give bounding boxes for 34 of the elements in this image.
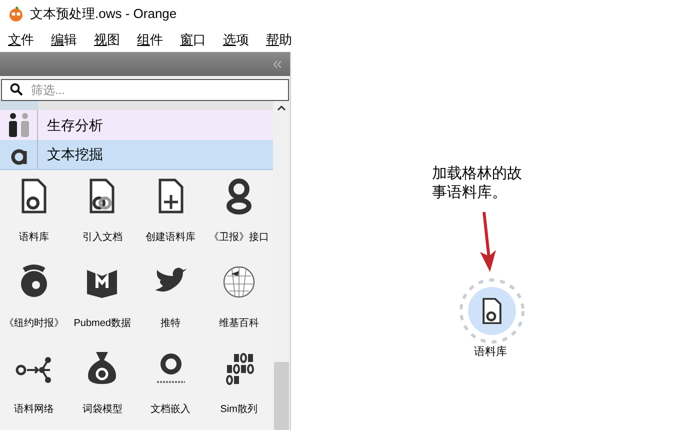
category-header[interactable]: 文本挖掘 bbox=[0, 140, 273, 170]
widget-label[interactable]: 词袋模型 bbox=[82, 402, 122, 417]
widget-label[interactable]: 《卫报》接口 bbox=[208, 230, 269, 245]
menu-item[interactable]: 窗口 bbox=[180, 30, 206, 50]
widget-label[interactable]: 语料网络 bbox=[14, 402, 54, 417]
node-label: 语料库 bbox=[474, 344, 507, 360]
category-header[interactable] bbox=[0, 100, 273, 110]
widget-label[interactable]: Sim散列 bbox=[220, 402, 258, 417]
widget-label[interactable]: 创建语料库 bbox=[146, 230, 196, 245]
people-icon bbox=[6, 112, 30, 138]
corpus-node[interactable] bbox=[468, 287, 516, 335]
widget-label[interactable]: 文档嵌入 bbox=[150, 402, 191, 417]
window-title: 文本预处理.ows - Orange bbox=[30, 5, 177, 24]
annotation-text: 加载格林的故事语料库。 bbox=[432, 164, 523, 202]
document-icon bbox=[481, 298, 503, 324]
menu-item[interactable]: 帮助 bbox=[266, 30, 292, 50]
menu-item[interactable]: 编辑 bbox=[51, 30, 77, 50]
app-logo-icon bbox=[8, 6, 24, 22]
node-ring bbox=[459, 278, 525, 344]
widget-label[interactable]: 《纽约时报》 bbox=[4, 316, 64, 331]
menu-item[interactable]: 组件 bbox=[137, 30, 163, 50]
search-icon bbox=[10, 83, 23, 96]
scrollbar-thumb[interactable] bbox=[274, 362, 289, 430]
menu-item[interactable]: 文件 bbox=[8, 30, 34, 50]
widget-label[interactable]: 语料库 bbox=[19, 230, 50, 245]
widget-label[interactable]: 维基百科 bbox=[218, 316, 259, 331]
widget-label[interactable]: 推特 bbox=[160, 316, 181, 331]
menu-item[interactable]: 视图 bbox=[94, 30, 120, 50]
menu-item[interactable]: 选项 bbox=[223, 30, 249, 50]
widget-label[interactable]: Pubmed数据 bbox=[74, 316, 131, 331]
search-field[interactable]: 筛选... bbox=[1, 79, 289, 101]
scroll-up-icon[interactable] bbox=[277, 105, 286, 111]
widget-label[interactable]: 引入文档 bbox=[82, 230, 122, 245]
category-header[interactable]: 生存分析 bbox=[0, 110, 273, 140]
